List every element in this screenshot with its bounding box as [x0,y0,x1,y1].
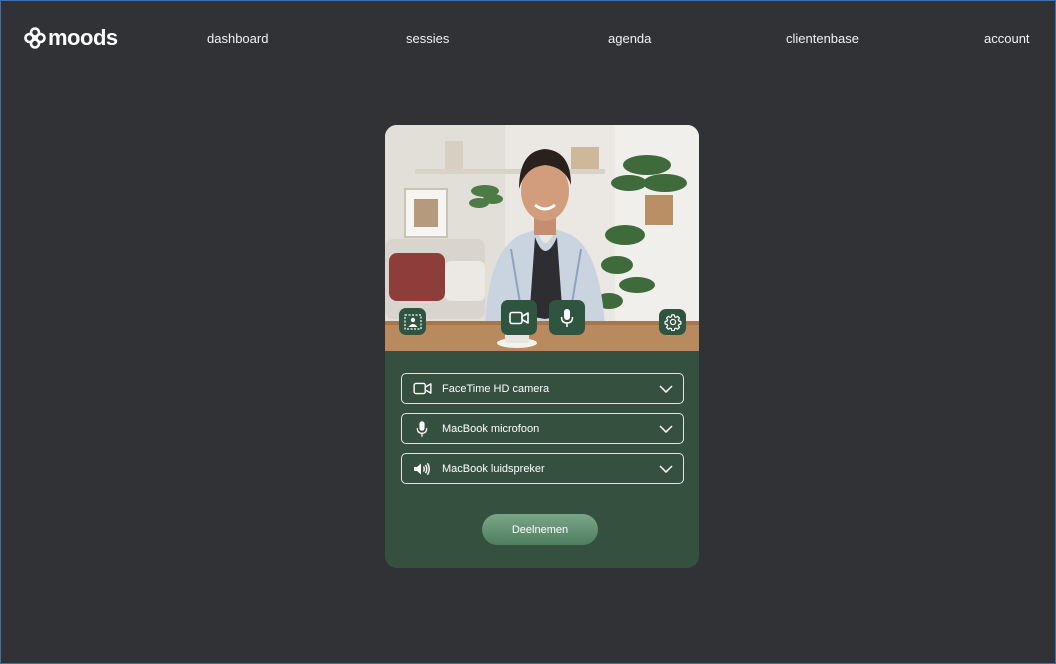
nav-account[interactable]: account [984,31,1030,46]
camera-preview [385,125,699,351]
microphone-icon [560,308,574,327]
camera-select[interactable]: FaceTime HD camera [401,373,684,404]
camera-toggle-button[interactable] [501,300,537,335]
nav-clientenbase[interactable]: clientenbase [786,31,859,46]
microphone-toggle-button[interactable] [549,300,585,335]
join-session-card: FaceTime HD camera MacBook microfoon Mac… [385,125,699,568]
chevron-down-icon [649,384,683,393]
logo-icon [24,27,46,49]
nav-agenda[interactable]: agenda [608,31,651,46]
gear-icon [664,314,681,331]
chevron-down-icon [649,464,683,473]
nav-dashboard[interactable]: dashboard [207,31,268,46]
camera-select-label: FaceTime HD camera [442,382,550,395]
nav-sessies[interactable]: sessies [406,31,449,46]
camera-preview-image [385,125,699,351]
background-blur-button[interactable] [399,308,426,335]
settings-button[interactable] [659,309,686,335]
video-camera-icon [402,382,442,395]
chevron-down-icon [649,424,683,433]
speaker-select-label: MacBook luidspreker [442,462,545,475]
speaker-select[interactable]: MacBook luidspreker [401,453,684,484]
microphone-select[interactable]: MacBook microfoon [401,413,684,444]
background-blur-icon [403,313,422,330]
moods-logo[interactable]: moods [24,25,118,50]
video-camera-icon [509,311,529,324]
speaker-icon [402,462,442,476]
microphone-icon [402,420,442,438]
logo-text: moods [48,25,118,50]
join-button[interactable]: Deelnemen [482,514,598,545]
microphone-select-label: MacBook microfoon [442,422,540,435]
